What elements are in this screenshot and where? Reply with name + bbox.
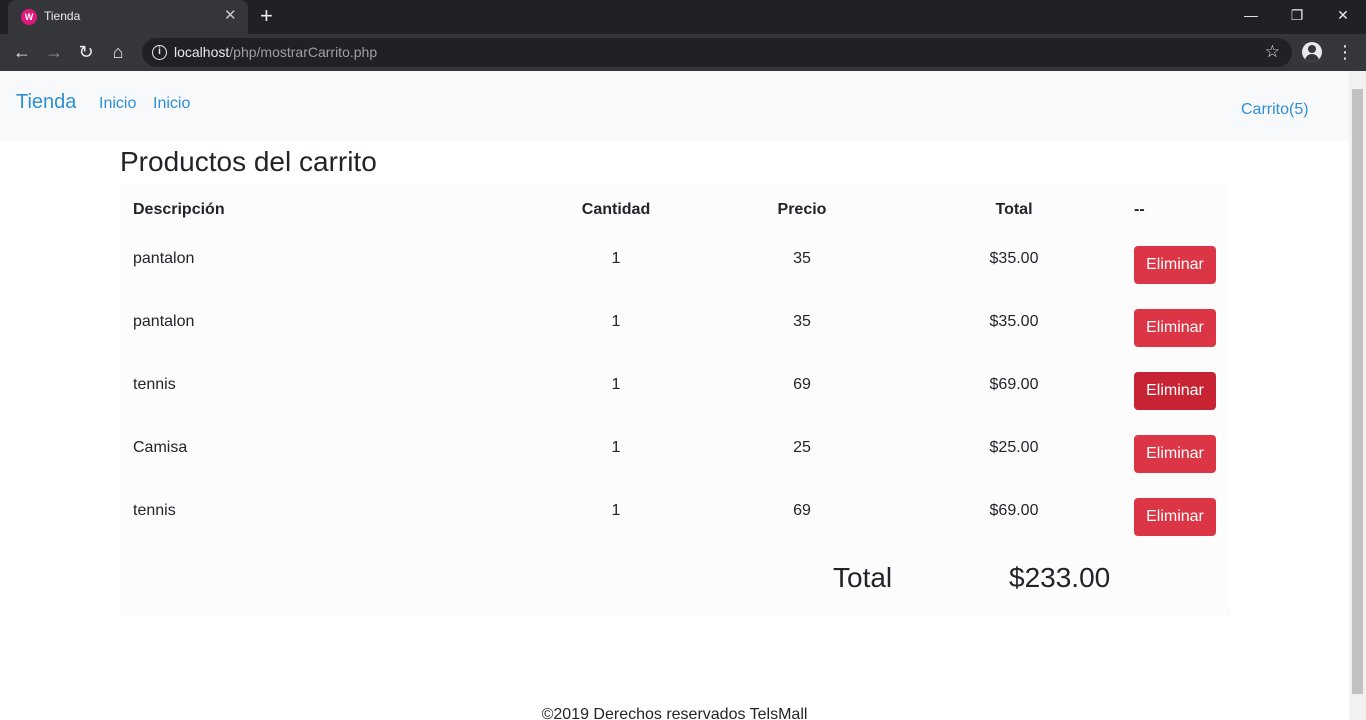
row-total: $69.00	[989, 502, 1039, 519]
header-description: Descripción	[133, 201, 225, 218]
tab-title: Tienda	[44, 9, 81, 23]
row-price: 69	[793, 502, 811, 519]
browser-titlebar: W Tienda ✕ + — ❐ ✕	[0, 0, 1366, 34]
row-quantity: 1	[611, 313, 621, 330]
close-tab-icon[interactable]: ✕	[224, 7, 237, 25]
bookmark-star-icon[interactable]: ☆	[1265, 42, 1280, 62]
url-path: /php/mostrarCarrito.php	[229, 44, 378, 60]
back-icon[interactable]: ←	[10, 40, 34, 64]
nav-link-inicio-2[interactable]: Inicio	[153, 95, 190, 113]
browser-menu-icon[interactable]: ⋮	[1336, 40, 1354, 64]
cart-table: Descripción Cantidad Precio Total -- pan…	[120, 184, 1230, 615]
header-price: Precio	[777, 201, 827, 218]
grand-total-label: Total	[833, 562, 893, 593]
page-title: Productos del carrito	[120, 146, 377, 177]
row-description: pantalon	[133, 250, 195, 267]
brand-link[interactable]: Tienda	[16, 91, 76, 114]
footer-text: ©2019 Derechos reservados TelsMall	[541, 706, 808, 720]
forward-icon[interactable]: →	[42, 40, 66, 64]
row-total: $25.00	[989, 439, 1039, 456]
cart-link[interactable]: Carrito(5)	[1241, 101, 1309, 119]
row-price: 25	[793, 439, 811, 456]
restore-icon[interactable]: ❐	[1274, 0, 1320, 30]
scrollbar-thumb[interactable]	[1352, 89, 1363, 694]
delete-button[interactable]: Eliminar	[1134, 435, 1216, 473]
tienda-favicon-icon: W	[21, 9, 37, 25]
delete-button[interactable]: Eliminar	[1134, 372, 1216, 410]
grand-total-value: $233.00	[1009, 562, 1111, 593]
row-description: tennis	[133, 376, 176, 393]
site-info-icon[interactable]: i	[152, 45, 167, 60]
row-description: Camisa	[133, 439, 188, 456]
delete-button[interactable]: Eliminar	[1134, 498, 1216, 536]
row-quantity: 1	[611, 250, 621, 267]
profile-icon[interactable]	[1302, 42, 1322, 62]
site-navbar: Tienda Inicio Inicio Carrito(5)	[0, 71, 1349, 141]
new-tab-icon[interactable]: +	[260, 5, 273, 27]
row-price: 69	[793, 376, 811, 393]
header-total: Total	[995, 201, 1033, 218]
minimize-icon[interactable]: —	[1228, 0, 1274, 30]
row-price: 35	[793, 313, 811, 330]
row-description: pantalon	[133, 313, 195, 330]
row-total: $35.00	[989, 250, 1039, 267]
row-quantity: 1	[611, 502, 621, 519]
nav-link-inicio[interactable]: Inicio	[99, 95, 136, 113]
browser-tab[interactable]: W Tienda ✕	[8, 0, 248, 34]
row-total: $69.00	[989, 376, 1039, 393]
row-total: $35.00	[989, 313, 1039, 330]
url-text[interactable]: localhost/php/mostrarCarrito.php	[174, 44, 377, 60]
page-scrollbar[interactable]	[1349, 71, 1366, 720]
close-window-icon[interactable]: ✕	[1320, 0, 1366, 30]
header-quantity: Cantidad	[581, 201, 651, 218]
address-bar[interactable]: i localhost/php/mostrarCarrito.php ☆	[142, 38, 1292, 67]
row-price: 35	[793, 250, 811, 267]
row-quantity: 1	[611, 439, 621, 456]
delete-button[interactable]: Eliminar	[1134, 309, 1216, 347]
page-viewport: Tienda Inicio Inicio Carrito(5) Producto…	[0, 71, 1366, 720]
reload-icon[interactable]: ↻	[74, 40, 98, 64]
header-actions: --	[1134, 201, 1145, 218]
home-icon[interactable]: ⌂	[106, 40, 130, 64]
row-quantity: 1	[611, 376, 621, 393]
row-description: tennis	[133, 502, 176, 519]
url-host: localhost	[174, 44, 230, 60]
delete-button[interactable]: Eliminar	[1134, 246, 1216, 284]
browser-toolbar: ← → ↻ ⌂ i localhost/php/mostrarCarrito.p…	[0, 34, 1366, 71]
